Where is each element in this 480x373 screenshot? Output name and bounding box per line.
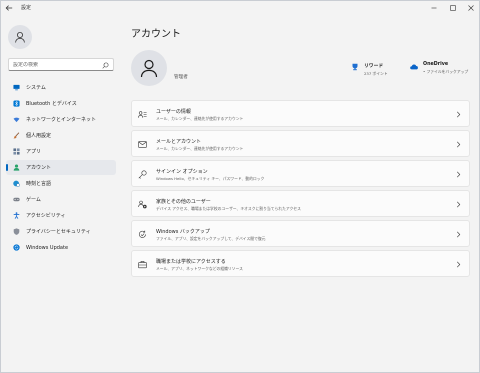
sidebar-item-network[interactable]: ネットワークとインターネット — [6, 112, 116, 127]
card-subtitle: デバイス アクセス、職場または学校のユーザー、キオスクに割り当てられたアクセス — [156, 206, 301, 211]
sidebar-item-accounts[interactable]: アカウント — [6, 160, 116, 175]
globe-clock-icon — [13, 180, 20, 187]
maximize-button[interactable] — [444, 1, 462, 15]
monitor-icon — [13, 84, 20, 91]
chevron-right-icon — [456, 231, 461, 238]
sidebar-item-gaming[interactable]: ゲーム — [6, 192, 116, 207]
account-role: 管理者 — [174, 75, 188, 80]
cloud-icon — [410, 64, 418, 70]
wifi-icon — [13, 117, 20, 123]
person-icon — [15, 32, 25, 43]
apps-icon — [13, 148, 20, 155]
onedrive-title: OneDrive — [423, 62, 449, 67]
chevron-right-icon — [456, 201, 461, 208]
person-icon — [13, 164, 20, 171]
minimize-icon — [431, 7, 437, 9]
briefcase-icon — [138, 261, 147, 269]
card-title: 職場または学校にアクセスする — [156, 259, 226, 265]
sidebar-item-label: システム — [26, 85, 46, 91]
card-title: 家族とその他のユーザー — [156, 199, 211, 205]
search-icon[interactable] — [102, 62, 109, 69]
card-email-accounts[interactable]: メールとアカウント メール、カレンダー、連絡先が使用するアカウント — [131, 130, 470, 157]
card-title: ユーザーの情報 — [156, 109, 191, 115]
sidebar-item-label: ゲーム — [26, 197, 41, 203]
sidebar-item-time-language[interactable]: 時刻と言語 — [6, 176, 116, 191]
sidebar-item-personalization[interactable]: 個人用設定 — [6, 128, 116, 143]
card-subtitle: メール、カレンダー、連絡先が使用するアカウント — [156, 116, 244, 121]
trophy-icon — [352, 63, 358, 71]
sidebar-item-label: アクセシビリティ — [26, 213, 66, 219]
rewards-title: リワード — [364, 64, 384, 69]
card-subtitle: メール、カレンダー、連絡先が使用するアカウント — [156, 146, 244, 151]
sidebar-item-label: 時刻と言語 — [26, 181, 52, 187]
sidebar-item-system[interactable]: システム — [6, 80, 116, 95]
maximize-icon — [450, 5, 456, 11]
sidebar-item-label: アプリ — [26, 149, 42, 155]
card-sign-in-options[interactable]: サインイン オプション Windows Hello、セキュリティ キー、パスワー… — [131, 160, 470, 187]
sidebar-item-label: Windows Update — [26, 244, 69, 251]
key-icon — [138, 170, 147, 179]
card-subtitle: Windows Hello、セキュリティ キー、パスワード、動的ロック — [156, 176, 265, 181]
account-settings-list: ユーザーの情報 メール、カレンダー、連絡先が使用するアカウント メールとアカウン… — [131, 100, 470, 280]
user-info-icon — [138, 111, 147, 118]
chevron-right-icon — [456, 141, 461, 148]
chevron-right-icon — [456, 111, 461, 118]
chevron-right-icon — [456, 171, 461, 178]
title-bar: 設定 — [1, 1, 479, 15]
settings-window: 設定 システム Bluetooth とデバイス ネット — [0, 0, 480, 373]
search-input[interactable] — [13, 61, 101, 68]
rewards-points: 237 ポイント — [364, 71, 388, 76]
search-field[interactable] — [8, 58, 114, 71]
back-arrow-icon — [5, 5, 13, 11]
close-icon — [468, 5, 474, 11]
card-your-info[interactable]: ユーザーの情報 メール、カレンダー、連絡先が使用するアカウント — [131, 100, 470, 127]
mail-icon — [138, 141, 147, 148]
sidebar-item-apps[interactable]: アプリ — [6, 144, 116, 159]
sidebar-item-bluetooth[interactable]: Bluetooth とデバイス — [6, 96, 116, 111]
back-button[interactable] — [3, 2, 15, 14]
minimize-button[interactable] — [425, 1, 443, 15]
shield-icon — [13, 228, 20, 235]
sidebar-item-label: プライバシーとセキュリティ — [26, 229, 91, 235]
window-title: 設定 — [21, 5, 32, 11]
onedrive-status: • ファイルをバックアップ — [423, 69, 469, 74]
bluetooth-icon — [13, 100, 20, 107]
sidebar-item-label: Bluetooth とデバイス — [26, 101, 77, 107]
card-family-other-users[interactable]: 家族とその他のユーザー デバイス アクセス、職場または学校のユーザー、キオスクに… — [131, 190, 470, 217]
brush-icon — [13, 132, 20, 139]
onedrive-widget[interactable]: OneDrive • ファイルをバックアップ — [410, 62, 468, 75]
gamepad-icon — [13, 197, 20, 202]
page-title: アカウント — [131, 29, 181, 40]
rewards-widget[interactable]: リワード 237 ポイント — [351, 62, 388, 77]
card-access-work-school[interactable]: 職場または学校にアクセスする メール、アプリ、ネットワークなどの組織リソース — [131, 250, 470, 277]
sidebar-item-label: アカウント — [26, 165, 52, 171]
account-avatar — [131, 50, 167, 86]
card-title: メールとアカウント — [156, 139, 202, 145]
card-subtitle: ファイル、アプリ、設定をバックアップして、デバイス間で復元 — [156, 236, 266, 241]
sidebar-item-accessibility[interactable]: アクセシビリティ — [6, 208, 116, 223]
card-windows-backup[interactable]: Windows バックアップ ファイル、アプリ、設定をバックアップして、デバイス… — [131, 220, 470, 247]
sidebar-item-label: ネットワークとインターネット — [26, 117, 97, 123]
accessibility-icon — [13, 212, 20, 219]
sidebar-item-label: 個人用設定 — [26, 133, 52, 139]
card-title: Windows バックアップ — [156, 229, 210, 235]
person-icon — [140, 59, 158, 78]
update-icon — [13, 244, 20, 251]
profile-avatar[interactable] — [8, 25, 32, 49]
card-title: サインイン オプション — [156, 169, 208, 175]
sidebar-nav: システム Bluetooth とデバイス ネットワークとインターネット 個人用設… — [6, 80, 116, 256]
chevron-right-icon — [456, 261, 461, 268]
close-button[interactable] — [462, 1, 480, 15]
family-icon — [138, 200, 147, 209]
card-subtitle: メール、アプリ、ネットワークなどの組織リソース — [156, 266, 243, 271]
sidebar-item-windows-update[interactable]: Windows Update — [6, 240, 116, 255]
backup-icon — [138, 230, 146, 238]
sidebar-item-privacy[interactable]: プライバシーとセキュリティ — [6, 224, 116, 239]
